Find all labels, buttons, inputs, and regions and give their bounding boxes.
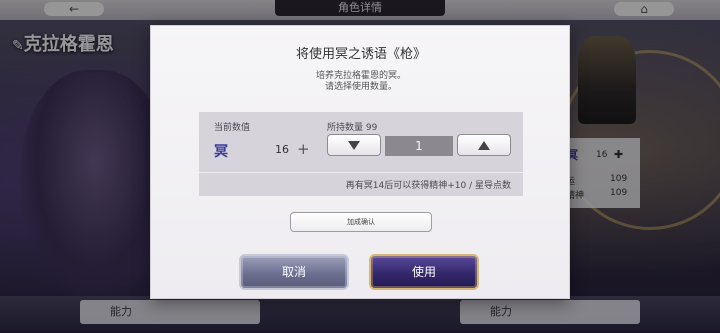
use-item-dialog: 将使用冥之诱语《枪》 培养克拉格霍恩的冥。 请选择使用数量。 当前数值 所持数量… [150, 25, 570, 299]
increase-button[interactable] [457, 134, 511, 156]
use-button[interactable]: 使用 [369, 254, 479, 290]
plus-sign: + [297, 140, 310, 158]
divider [199, 172, 523, 173]
bonus-confirm-button[interactable]: 加成确认 [290, 212, 432, 232]
quantity-panel: 当前数值 所持数量 99 冥 16 + 1 再有冥14后可以获得精神+10 / … [199, 112, 523, 196]
stat-icon: 冥 [214, 144, 228, 160]
owned-count-label: 所持数量 99 [327, 123, 378, 133]
quantity-display: 1 [385, 136, 453, 156]
bonus-note: 再有冥14后可以获得精神+10 / 星导点数 [345, 181, 511, 191]
dialog-description: 培养克拉格霍恩的冥。 请选择使用数量。 [151, 71, 571, 93]
cancel-button[interactable]: 取消 [239, 254, 349, 290]
current-value: 16 [275, 143, 289, 156]
decrease-button[interactable] [327, 134, 381, 156]
up-arrow-icon [478, 140, 490, 150]
current-value-label: 当前数值 [214, 123, 251, 133]
description-line: 培养克拉格霍恩的冥。 [315, 71, 406, 81]
down-arrow-icon [348, 140, 360, 150]
description-line: 请选择使用数量。 [324, 82, 397, 92]
dialog-title: 将使用冥之诱语《枪》 [295, 47, 426, 62]
